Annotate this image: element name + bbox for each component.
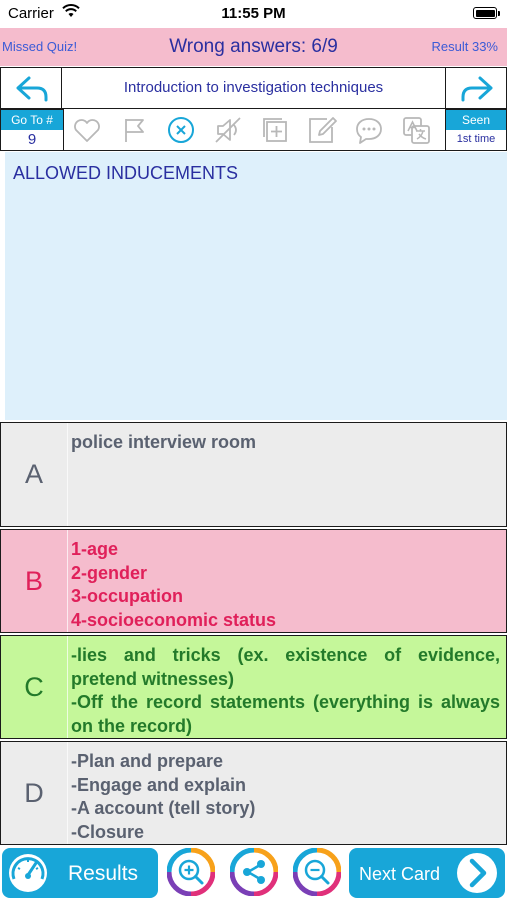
battery-icon [473,7,497,19]
heart-icon[interactable] [72,115,102,145]
tool-icons [64,109,445,151]
status-bar: Carrier 11:55 PM [0,0,507,28]
edit-icon[interactable] [307,115,337,145]
quiz-header: Missed Quiz! Wrong answers: 6/9 Result 3… [0,28,507,66]
answer-option-c[interactable]: C -lies and tricks (ex. existence of evi… [0,635,507,739]
flag-icon[interactable] [119,115,149,145]
answer-letter: D [24,777,44,808]
question-text: ALLOWED INDUCEMENTS [13,163,239,183]
previous-card-button[interactable] [0,67,62,109]
goto-label: Go To # [1,110,63,130]
answer-option-d[interactable]: D -Plan and prepare -Engage and explain … [0,741,507,845]
answer-text: -Plan and prepare -Engage and explain -A… [71,751,256,842]
result-percent: Result 33% [431,39,498,54]
mute-icon[interactable] [213,115,243,145]
battery-tip [498,11,500,16]
next-card-label: Next Card [359,864,441,884]
divider [67,423,68,526]
zoom-in-icon[interactable] [167,848,215,896]
divider [67,742,68,844]
clock: 11:55 PM [221,5,286,22]
answer-option-a[interactable]: A police interview room [0,422,507,527]
answer-letter: A [24,459,43,489]
goto-card-control[interactable]: Go To # 9 [0,109,64,151]
close-circle-icon[interactable] [166,115,196,145]
navigation-row: Introduction to investigation techniques [0,67,507,109]
next-card-button[interactable]: Next Card [349,848,505,898]
question-panel: ALLOWED INDUCEMENTS [5,152,507,420]
divider [67,530,68,632]
answer-letter: C [24,671,44,702]
answer-text: police interview room [71,432,257,452]
toolbar: Go To # 9 Seen 1st time [0,109,507,151]
goto-value[interactable]: 9 [1,130,63,149]
answer-option-b[interactable]: B 1-age 2-gender 3-occupation 4-socioeco… [0,529,507,633]
results-button[interactable]: Results [2,848,158,898]
chat-icon[interactable] [354,115,384,145]
back-arrow-icon [16,76,48,102]
deck-title: Introduction to investigation techniques [62,67,445,109]
add-icon[interactable] [260,115,290,145]
divider [67,636,68,738]
forward-arrow-icon [461,76,493,102]
answer-letter: B [24,565,43,596]
bottom-bar: Results Next Card [0,846,507,900]
zoom-out-icon[interactable] [293,848,341,896]
answer-text: -lies and tricks (ex. existence of evide… [71,645,500,736]
answer-text: 1-age 2-gender 3-occupation 4-socioecono… [71,539,277,630]
seen-indicator: Seen 1st time [445,109,507,151]
chevron-right-icon [457,853,497,893]
speedometer-icon [9,854,47,892]
share-icon[interactable] [230,848,278,896]
results-label: Results [68,862,139,885]
seen-label: Seen [446,110,506,130]
translate-icon[interactable] [401,115,431,145]
next-card-arrow-button[interactable] [445,67,507,109]
seen-value: 1st time [456,133,496,145]
